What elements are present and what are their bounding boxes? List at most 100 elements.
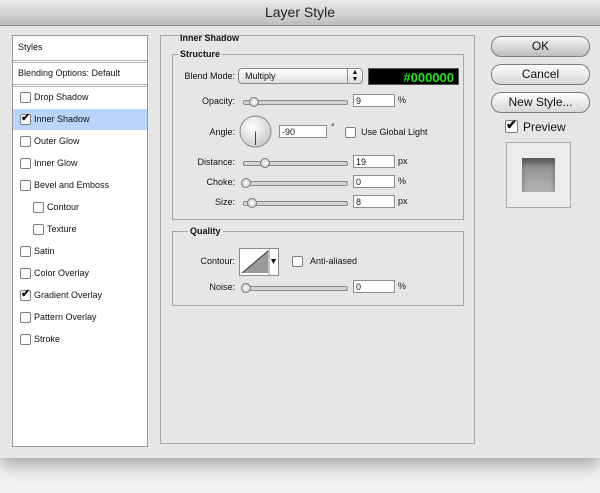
cancel-button[interactable]: Cancel <box>491 64 590 85</box>
style-item-checkbox[interactable] <box>33 224 44 235</box>
style-item-texture[interactable]: Texture <box>13 219 147 240</box>
shadow-color-hex: #000000 <box>403 70 454 85</box>
divider <box>13 84 147 85</box>
contour-preview-icon <box>241 249 276 275</box>
shadow-color-swatch[interactable]: #000000 <box>368 68 459 85</box>
use-global-light-label: Use Global Light <box>361 127 428 137</box>
style-item-inner-shadow[interactable]: ✔ Inner Shadow <box>13 109 147 130</box>
checkmark-icon: ✔ <box>21 288 31 300</box>
style-item-inner-glow[interactable]: Inner Glow <box>13 153 147 174</box>
noise-slider[interactable] <box>241 283 348 293</box>
ok-button[interactable]: OK <box>491 36 590 57</box>
style-item-satin[interactable]: Satin <box>13 241 147 262</box>
style-item-checkbox[interactable] <box>20 158 31 169</box>
styles-list: Styles Blending Options: Default Drop Sh… <box>12 35 148 447</box>
quality-title: Quality <box>188 226 223 236</box>
style-item-checkbox[interactable]: ✔ <box>20 112 31 125</box>
new-style-button[interactable]: New Style... <box>491 92 590 113</box>
style-item-stroke[interactable]: Stroke <box>13 329 147 350</box>
noise-slider-thumb[interactable] <box>241 283 251 293</box>
blending-options-label: Blending Options: Default <box>18 68 121 78</box>
style-item-checkbox[interactable] <box>20 136 31 147</box>
style-item-gradient-overlay[interactable]: ✔ Gradient Overlay <box>13 285 147 306</box>
distance-unit: px <box>398 156 408 166</box>
structure-title: Structure <box>178 49 223 59</box>
size-label: Size: <box>214 197 235 207</box>
style-item-label: Gradient Overlay <box>34 290 103 300</box>
style-item-checkbox[interactable] <box>20 246 31 257</box>
style-item-drop-shadow[interactable]: Drop Shadow <box>13 87 147 108</box>
blend-mode-value: Multiply <box>245 71 276 81</box>
opacity-label: Opacity: <box>201 96 235 106</box>
angle-label: Angle: <box>209 127 235 137</box>
opacity-slider[interactable] <box>243 97 348 107</box>
distance-input[interactable]: 19 <box>353 155 395 168</box>
use-global-light-checkbox[interactable] <box>345 127 356 138</box>
opacity-input[interactable]: 9 <box>353 94 395 107</box>
choke-unit: % <box>398 176 407 186</box>
style-item-label: Stroke <box>34 334 61 344</box>
angle-unit: ° <box>331 122 335 132</box>
choke-label: Choke: <box>206 177 235 187</box>
distance-label: Distance: <box>197 157 235 167</box>
style-item-label: Pattern Overlay <box>34 312 97 322</box>
angle-dial[interactable] <box>239 115 272 148</box>
choke-input[interactable]: 0 <box>353 175 395 188</box>
style-item-checkbox[interactable] <box>20 268 31 279</box>
style-item-bevel-and-emboss[interactable]: Bevel and Emboss <box>13 175 147 196</box>
checkmark-icon: ✔ <box>506 117 517 132</box>
styles-header[interactable]: Styles <box>13 37 147 58</box>
distance-slider-thumb[interactable] <box>260 158 270 168</box>
style-item-checkbox[interactable] <box>20 180 31 191</box>
title-bar[interactable]: Layer Style <box>0 0 600 26</box>
divider <box>13 60 147 61</box>
noise-unit: % <box>398 281 407 291</box>
style-preview-swatch <box>522 158 555 192</box>
contour-picker[interactable] <box>239 248 279 276</box>
styles-header-label: Styles <box>18 42 43 52</box>
quality-group: Quality Contour: Anti-aliased Noise: 0 % <box>172 226 464 306</box>
style-item-outer-glow[interactable]: Outer Glow <box>13 131 147 152</box>
angle-input[interactable]: -90 <box>279 125 327 138</box>
style-item-label: Texture <box>47 224 77 234</box>
style-item-label: Outer Glow <box>34 136 80 146</box>
size-slider[interactable] <box>243 198 348 208</box>
blend-mode-select[interactable]: Multiply ▲ ▼ <box>238 68 363 84</box>
inner-shadow-panel: Inner Shadow Structure Blend Mode: Multi… <box>160 33 475 444</box>
size-input[interactable]: 8 <box>353 195 395 208</box>
blend-mode-label: Blend Mode: <box>184 71 235 81</box>
preview-label: Preview <box>523 120 566 134</box>
style-item-checkbox[interactable] <box>33 202 44 213</box>
style-item-checkbox[interactable] <box>20 312 31 323</box>
style-item-checkbox[interactable]: ✔ <box>20 288 31 301</box>
style-preview <box>506 142 571 208</box>
style-item-label: Inner Glow <box>34 158 78 168</box>
choke-slider[interactable] <box>241 178 348 188</box>
preview-checkbox[interactable]: ✔ <box>505 117 518 133</box>
size-unit: px <box>398 196 408 206</box>
style-item-checkbox[interactable] <box>20 334 31 345</box>
style-item-checkbox[interactable] <box>20 92 31 103</box>
checkmark-icon: ✔ <box>21 112 31 124</box>
opacity-slider-thumb[interactable] <box>249 97 259 107</box>
style-item-label: Color Overlay <box>34 268 90 278</box>
layer-style-dialog: Layer Style Styles Blending Options: Def… <box>0 0 600 458</box>
distance-slider[interactable] <box>243 158 348 168</box>
blending-options-row[interactable]: Blending Options: Default <box>13 63 147 84</box>
noise-input[interactable]: 0 <box>353 280 395 293</box>
style-item-pattern-overlay[interactable]: Pattern Overlay <box>13 307 147 328</box>
style-item-label: Satin <box>34 246 55 256</box>
opacity-unit: % <box>398 95 407 105</box>
anti-aliased-checkbox[interactable] <box>292 256 303 267</box>
style-item-contour[interactable]: Contour <box>13 197 147 218</box>
style-item-color-overlay[interactable]: Color Overlay <box>13 263 147 284</box>
contour-label: Contour: <box>200 256 235 266</box>
size-slider-thumb[interactable] <box>247 198 257 208</box>
noise-label: Noise: <box>209 282 235 292</box>
anti-aliased-label: Anti-aliased <box>310 256 358 266</box>
style-item-label: Bevel and Emboss <box>34 180 110 190</box>
choke-slider-thumb[interactable] <box>241 178 251 188</box>
style-item-label: Contour <box>47 202 80 212</box>
up-down-arrows-icon: ▲ ▼ <box>347 69 362 83</box>
style-item-label: Inner Shadow <box>34 114 90 124</box>
